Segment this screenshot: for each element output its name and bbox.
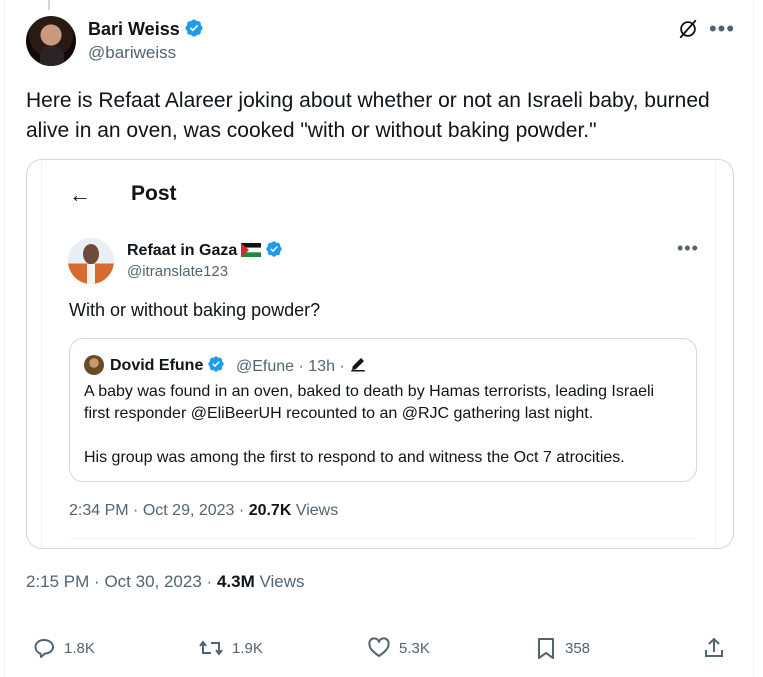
quoted-meta: @Efune · 13h · (236, 358, 345, 375)
embedded-author-name: Refaat in Gaza (127, 242, 238, 259)
embedded-divider (69, 538, 695, 539)
timeline-border-left (4, 0, 5, 677)
timeline-border-right (753, 0, 754, 677)
embedded-date: Oct 29, 2023 (142, 502, 235, 519)
repost-count: 1.9K (232, 639, 263, 657)
embedded-views-label: Views (295, 502, 339, 519)
reply-button[interactable]: 1.8K (32, 636, 95, 660)
author-avatar[interactable] (26, 16, 76, 66)
grok-icon[interactable] (676, 17, 700, 41)
embedded-time: 2:34 PM (69, 502, 129, 519)
tweet-time[interactable]: 2:15 PM (26, 572, 89, 591)
embedded-author-handle: @itranslate123 (127, 263, 229, 280)
quoted-author-name: Dovid Efune (110, 357, 204, 374)
back-arrow-icon: ← (69, 182, 91, 207)
embedded-views-count: 20.7K (248, 502, 292, 519)
views-label[interactable]: Views (259, 572, 304, 591)
share-button[interactable] (702, 636, 726, 660)
embedded-post-text: With or without baking powder? (69, 300, 321, 320)
more-icon[interactable]: ••• (707, 17, 737, 41)
quoted-text-paragraph-2: His group was among the first to respond… (84, 449, 625, 466)
quoted-meta-row: @Efune · 13h · (236, 355, 367, 376)
author-name-row[interactable]: Bari Weiss (88, 18, 204, 40)
quoted-text-paragraph-1: A baby was found in an oven, baked to de… (84, 383, 655, 422)
tweet-text: Here is Refaat Alareer joking about whet… (26, 89, 710, 142)
embedded-post-image[interactable]: ← Post Refaat in Gaza @itranslate123 •••… (26, 159, 734, 549)
separator: · (206, 572, 213, 591)
separator: · (133, 502, 139, 519)
embedded-author-avatar (68, 238, 114, 284)
author-handle[interactable]: @bariweiss (88, 43, 176, 63)
like-button[interactable]: 5.3K (367, 636, 430, 660)
repost-icon (199, 640, 223, 656)
repost-button[interactable]: 1.9K (198, 636, 263, 660)
embedded-header-title: Post (131, 182, 177, 205)
like-count: 5.3K (399, 639, 430, 657)
edit-pencil-icon (351, 358, 365, 372)
separator: · (238, 502, 245, 519)
reply-icon (34, 639, 54, 658)
verified-badge-icon (185, 19, 203, 37)
quoted-author-avatar (84, 355, 104, 375)
verified-badge-icon (208, 356, 225, 372)
quoted-post: Dovid Efune @Efune · 13h · A baby was fo… (69, 338, 697, 482)
bookmark-icon (538, 638, 554, 659)
embedded-border-left (41, 160, 42, 548)
more-icon: ••• (677, 238, 699, 258)
share-icon (705, 637, 723, 657)
palestine-flag-icon (241, 243, 262, 257)
embedded-post-meta: 2:34 PM · Oct 29, 2023 · 20.7K Views (69, 502, 338, 520)
verified-badge-icon (266, 241, 282, 257)
bookmark-button[interactable]: 358 (535, 636, 590, 660)
tweet-meta: 2:15 PM · Oct 30, 2023 · 4.3M Views (26, 572, 305, 592)
like-icon (368, 637, 390, 657)
embedded-author-name-row: Refaat in Gaza (127, 240, 283, 260)
tweet-date[interactable]: Oct 30, 2023 (104, 572, 201, 591)
thread-connector (48, 0, 50, 10)
views-count[interactable]: 4.3M (217, 572, 255, 591)
separator: · (94, 572, 100, 591)
embedded-border-right (715, 160, 716, 548)
reply-count: 1.8K (64, 639, 95, 657)
bookmark-count: 358 (565, 639, 591, 657)
quoted-author-name-row: Dovid Efune (110, 355, 225, 375)
author-name[interactable]: Bari Weiss (88, 19, 180, 39)
